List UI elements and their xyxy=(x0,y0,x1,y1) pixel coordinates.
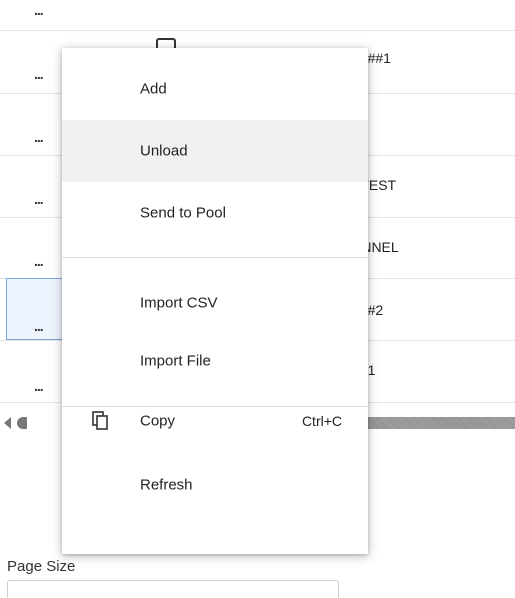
context-menu: Add Unload Send to Pool Import CSV Impor… xyxy=(62,48,368,554)
scroll-track[interactable] xyxy=(346,417,515,429)
row-dots[interactable]: ... xyxy=(34,378,44,394)
menu-item-label: Refresh xyxy=(140,476,193,494)
menu-item-label: Copy xyxy=(140,412,176,430)
menu-item-label: Add xyxy=(140,80,167,98)
menu-item-unload[interactable]: Unload xyxy=(62,120,368,182)
scroll-thumb[interactable] xyxy=(17,417,27,429)
menu-item-label: Send to Pool xyxy=(140,204,226,222)
row-dots[interactable]: ... xyxy=(34,129,44,145)
page-size-label: Page Size xyxy=(7,558,76,575)
row-dots[interactable]: ... xyxy=(34,191,44,207)
menu-item-refresh[interactable]: Refresh xyxy=(62,454,368,516)
scroll-left-icon[interactable] xyxy=(4,417,11,429)
row-dots[interactable]: ... xyxy=(34,318,44,334)
menu-item-shortcut: Ctrl+C xyxy=(301,413,342,429)
menu-item-label: Import File xyxy=(140,352,211,370)
app-stage: ... ... 45##1 ... 45 ... ATEST ... ANNEL… xyxy=(0,0,515,598)
menu-item-import-file[interactable]: Import File xyxy=(62,330,368,392)
copy-icon xyxy=(92,411,110,431)
menu-item-copy[interactable]: Copy Ctrl+C xyxy=(62,390,368,452)
header-dots[interactable]: ... xyxy=(34,2,44,18)
menu-item-label: Unload xyxy=(140,142,188,160)
row-dots[interactable]: ... xyxy=(34,66,44,82)
menu-item-send-to-pool[interactable]: Send to Pool xyxy=(62,182,368,244)
row-dots[interactable]: ... xyxy=(34,253,44,269)
grid-header-row: ... xyxy=(0,0,515,31)
menu-item-add[interactable]: Add xyxy=(62,58,368,120)
menu-item-label: Import CSV xyxy=(140,294,218,312)
menu-divider xyxy=(62,257,368,258)
menu-item-import-csv[interactable]: Import CSV xyxy=(62,272,368,334)
page-size-field[interactable] xyxy=(7,580,339,598)
